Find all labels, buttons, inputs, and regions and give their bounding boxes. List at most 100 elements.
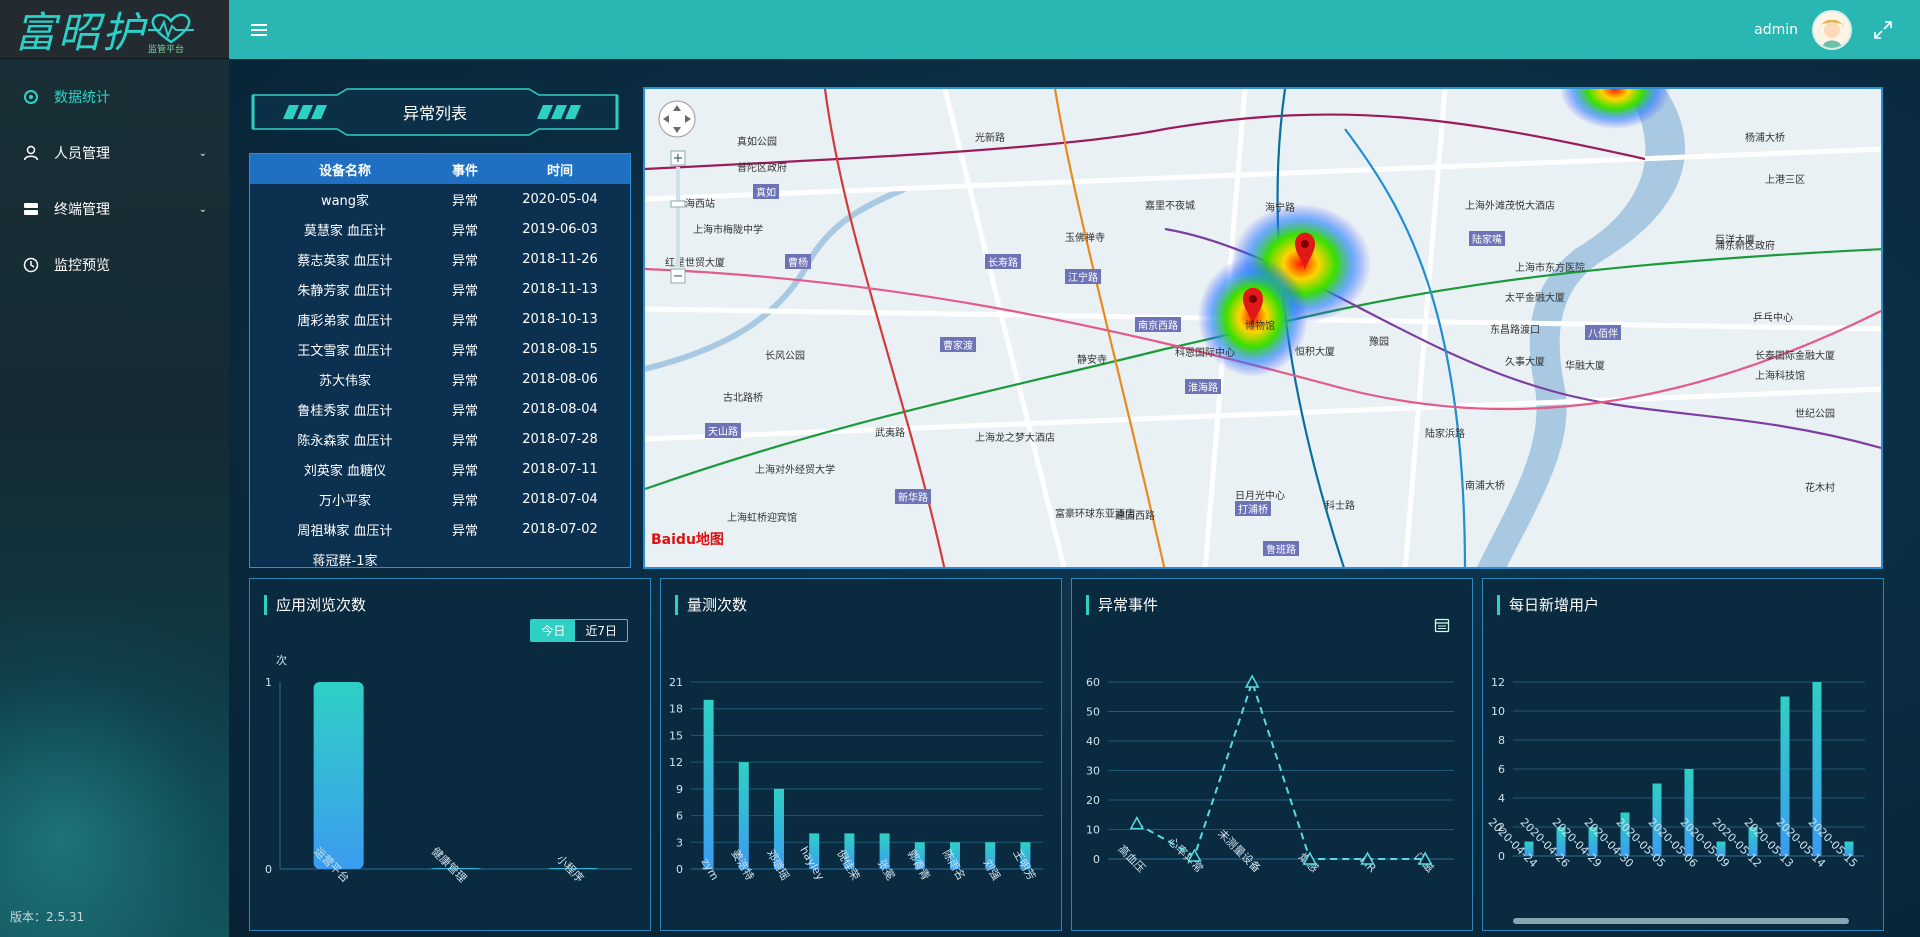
device-name-cell: 王文雪家 血压计 [297,343,393,359]
browse-chart: 01次运营平台 健康管理 小程序 [265,653,632,885]
sidebar-item-terminal[interactable]: 终端管理 ⌄ [0,181,229,237]
map-place-label: 建国西路 [1115,511,1155,522]
table-row[interactable]: 王文雪家 血压计 异常 2018-08-15 [250,334,630,364]
map-place-label: 长泰国际金融大厦 [1755,351,1835,362]
x-tick-label: 张冕 [875,857,897,883]
new-users-chart: 0246810122020-04-242020-04-262020-04-292… [1486,676,1865,924]
table-row[interactable]: 莫慧家 血压计 异常 2019-06-03 [250,214,630,244]
y-tick-label: 10 [1491,705,1505,718]
x-tick-label: 王明芳 [1010,847,1039,883]
event-cell: 异常 [451,403,478,419]
map-place-label: 光新路 [975,133,1005,144]
event-cell: 异常 [451,343,478,359]
map-place-label: 鲁班路 [1263,541,1299,556]
sidebar-nav: 数据统计 人员管理 ⌄ 终端管理 ⌄ 监控预览 [0,69,229,293]
table-row[interactable]: wang家 异常 2020-05-04 [250,184,630,214]
map-place-label: 南京西路 [1135,317,1181,332]
map-place-label: 华融大厦 [1565,361,1605,372]
column-header-time: 时间 [546,163,573,179]
map-place-label: 博物馆 [1245,321,1275,332]
column-header-event: 事件 [451,163,478,179]
x-tick-label: 邓璐瑶 [764,847,793,883]
sidebar-item-monitor[interactable]: 监控预览 [0,237,229,293]
y-tick-label: 12 [669,756,683,769]
table-row[interactable]: 唐彩弟家 血压计 异常 2018-10-13 [250,304,630,334]
clock-icon [22,256,40,274]
y-tick-label: 0 [676,863,683,876]
time-cell: 2020-05-04 [522,191,598,207]
sidebar: 富昭护 监管平台 数据统计 人员管理 ⌄ 终端管理 ⌄ 监控预览 版本：2.5.… [0,0,229,937]
y-tick-label: 18 [669,703,683,716]
table-header: 设备名称 事件 时间 [250,154,630,184]
map-place-label: 静安寺 [1077,355,1107,366]
table-body: wang家 异常 2020-05-04 莫慧家 血压计 异常 2019-06-03 蔡志英家… [250,184,630,568]
table-row[interactable]: 刘英家 血糖仪 异常 2018-07-11 [250,454,630,484]
logo-subtitle: 监管平台 [148,45,185,55]
map-place-label: 长风公园 [765,351,805,362]
device-name-cell: 刘英家 血糖仪 [303,463,387,479]
bar [703,699,714,869]
svg-text:+: + [673,151,684,166]
time-cell: 2018-07-11 [522,461,598,477]
x-tick-label: 郭青青 [905,847,933,882]
y-tick-label: 10 [1086,824,1100,837]
table-row[interactable]: 朱静芳家 血压计 异常 2018-11-13 [250,274,630,304]
table-row[interactable]: 苏大伟家 异常 2018-08-06 [250,364,630,394]
table-row[interactable]: 蒋冠群-1家 [250,544,630,568]
chevron-down-icon: ⌄ [198,203,207,215]
y-tick-label: 50 [1086,706,1100,719]
map-place-label: 上海对外经贸大学 [755,465,835,476]
device-name-cell: 唐彩弟家 血压计 [297,313,393,329]
event-cell: 异常 [451,433,478,449]
device-name-cell: 蒋冠群-1家 [312,553,378,568]
username[interactable]: admin [1754,22,1798,38]
sidebar-item-data-stats[interactable]: 数据统计 [0,69,229,125]
x-tick-label: 姜浩特 [729,847,758,883]
y-tick-label: 30 [1086,765,1100,778]
y-tick-label: 3 [676,836,683,849]
table-row[interactable]: 周祖琳家 血压计 异常 2018-07-02 [250,514,630,544]
table-row[interactable]: 蔡志英家 血压计 异常 2018-11-26 [250,244,630,274]
x-tick-label: 心率异常 [1165,834,1206,875]
map-place-label: 日月光中心 [1235,491,1285,502]
time-cell: 2018-11-13 [522,281,598,297]
device-icon [22,200,40,218]
sidebar-item-label: 监控预览 [54,258,110,274]
sidebar-item-personnel[interactable]: 人员管理 ⌄ [0,125,229,181]
map-place-label: 曹家渡 [940,337,976,352]
table-row[interactable]: 鲁桂秀家 血压计 异常 2018-08-04 [250,394,630,424]
map-place-label: 上海龙之梦大酒店 [975,433,1055,444]
map-place-label: 上海科技馆 [1755,371,1805,382]
event-cell: 异常 [451,493,478,509]
menu-toggle-icon[interactable] [251,23,267,36]
sidebar-item-label: 人员管理 [54,146,110,162]
map-place-label: 玉佛禅寺 [1065,233,1105,244]
event-cell: 异常 [451,373,478,389]
map-zoom-controls: + − [657,99,697,293]
heat-map[interactable]: 真如公园 普陀区政府 真如 上海西站 上海市梅陇中学 红星世贸大厦 曹杨 长寿路 江宁路 玉佛禅寺… [643,87,1883,569]
table-row[interactable]: 万小平家 异常 2018-07-04 [250,484,630,514]
abnormal-events-chart: 0102030405060高血压心率异常未测量设备烟感PIR门磁 [1086,674,1454,875]
table-row[interactable]: 陈永森家 血压计 异常 2018-07-28 [250,424,630,454]
device-name-cell: 朱静芳家 血压计 [297,283,393,299]
map-place-label: 科士路 [1325,501,1355,512]
device-name-cell: wang家 [320,193,370,209]
fullscreen-icon[interactable] [1874,20,1892,39]
map-place-label: 曹杨 [785,254,811,269]
avatar[interactable] [1812,9,1852,50]
map-place-label: 打浦桥 [1235,501,1271,516]
user-area: admin [1754,9,1920,50]
map-place-label: 淮海路 [1185,379,1221,394]
time-cell: 2018-07-02 [522,521,598,537]
sidebar-item-label: 终端管理 [54,202,110,218]
map-place-label: 真如 [753,184,779,199]
top-header: admin [229,0,1920,59]
event-cell: 异常 [451,193,478,209]
map-place-label: 杨浦大桥 [1745,133,1785,144]
map-place-label: 上海虹桥迎宾馆 [727,513,797,524]
chart-scrollbar[interactable] [1513,918,1849,924]
device-name-cell: 周祖琳家 血压计 [297,523,393,539]
dashboard-icon [22,88,40,106]
data-point [1129,816,1145,830]
card-measure: 量测次数 0 3 6 9 12 15 18 21 zym 姜浩特 邓璐瑶 hayley 倪佳荣 张冕 郭青青… [660,578,1062,931]
